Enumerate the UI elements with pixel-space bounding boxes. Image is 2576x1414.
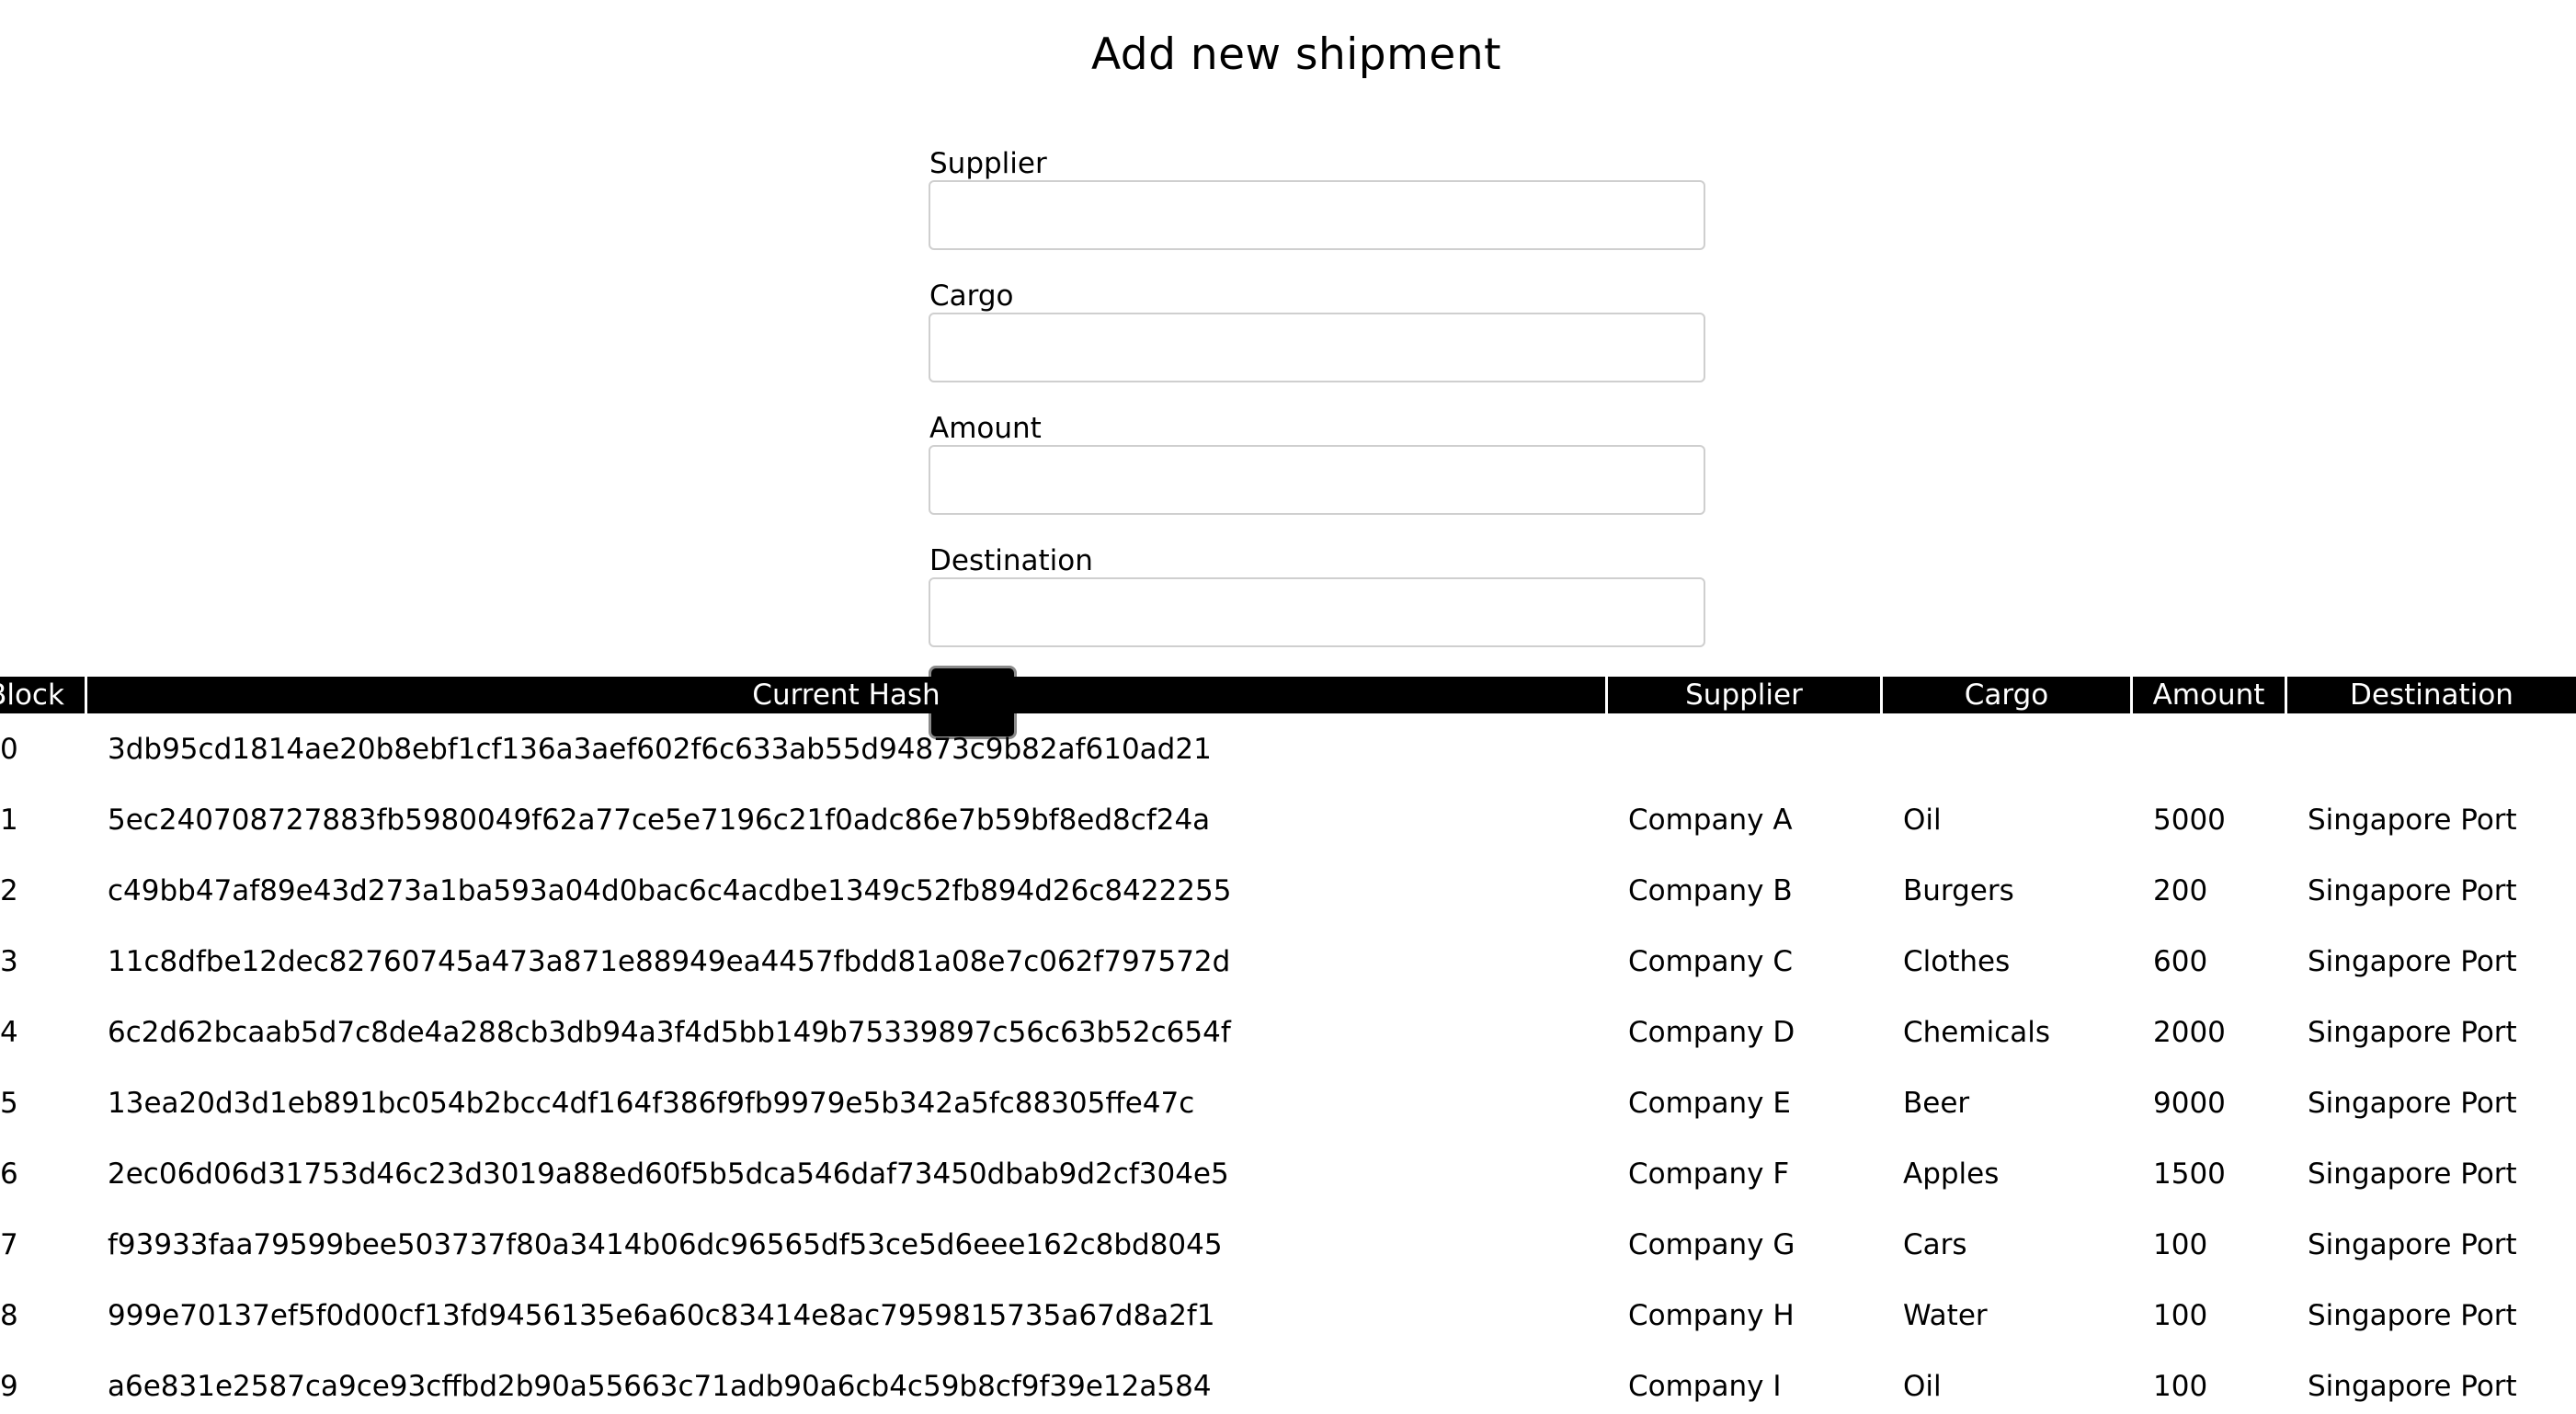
blockchain-table: Block Current Hash Supplier Cargo Amount… [0, 677, 2576, 1414]
amount-cell: 100 [2153, 1298, 2208, 1332]
destination-cell: Singapore Port [2308, 1298, 2517, 1332]
supplier-cell: Company F [1628, 1157, 1790, 1191]
table-row: 3 11c8dfbe12dec82760745a473a871e88949ea4… [0, 926, 2576, 997]
page: Add new shipment Supplier Cargo Amount D… [0, 0, 2576, 1414]
table-row: 5 13ea20d3d1eb891bc054b2bcc4df164f386f9f… [0, 1067, 2576, 1138]
amount-cell: 2000 [2153, 1015, 2226, 1049]
supplier-cell: Company I [1628, 1369, 1782, 1403]
supplier-input[interactable] [929, 180, 1705, 250]
cargo-cell: Beer [1903, 1086, 1970, 1120]
cargo-cell [1883, 713, 2133, 784]
destination-field: Destination [929, 544, 1705, 647]
amount-input[interactable] [929, 445, 1705, 515]
table-body: 0 3db95cd1814ae20b8ebf1cf136a3aef602f6c6… [0, 713, 2576, 1414]
page-title: Add new shipment [1090, 29, 1502, 80]
amount-cell [2133, 713, 2287, 784]
table-row: 0 3db95cd1814ae20b8ebf1cf136a3aef602f6c6… [0, 713, 2576, 784]
amount-cell: 9000 [2153, 1086, 2226, 1120]
block-cell: 9 [0, 1369, 18, 1403]
table-header-row: Block Current Hash Supplier Cargo Amount… [0, 677, 2576, 713]
table-row: 2 c49bb47af89e43d273a1ba593a04d0bac6c4ac… [0, 855, 2576, 926]
block-cell: 7 [0, 1227, 18, 1261]
amount-cell: 100 [2153, 1369, 2208, 1403]
amount-cell: 1500 [2153, 1157, 2226, 1191]
supplier-cell: Company D [1628, 1015, 1795, 1049]
hash-cell: a6e831e2587ca9ce93cffbd2b90a55663c71adb9… [108, 1369, 1212, 1403]
supplier-label: Supplier [929, 147, 1047, 180]
supplier-cell: Company E [1628, 1086, 1791, 1120]
cargo-cell: Chemicals [1903, 1015, 2050, 1049]
cargo-cell: Water [1903, 1298, 1988, 1332]
block-cell: 4 [0, 1015, 18, 1049]
destination-cell: Singapore Port [2308, 803, 2517, 837]
cargo-input[interactable] [929, 313, 1705, 382]
supplier-cell: Company H [1628, 1298, 1795, 1332]
table-row: 4 6c2d62bcaab5d7c8de4a288cb3db94a3f4d5bb… [0, 997, 2576, 1067]
destination-input[interactable] [929, 577, 1705, 647]
column-header-destination: Destination [2287, 677, 2576, 713]
destination-label: Destination [929, 544, 1093, 577]
destination-cell: Singapore Port [2308, 873, 2517, 907]
supplier-field: Supplier [929, 147, 1705, 250]
supplier-cell: Company G [1628, 1227, 1795, 1261]
block-cell: 5 [0, 1086, 18, 1120]
destination-cell: Singapore Port [2308, 1157, 2517, 1191]
cargo-cell: Burgers [1903, 873, 2014, 907]
amount-cell: 100 [2153, 1227, 2208, 1261]
table-row: 1 5ec240708727883fb5980049f62a77ce5e7196… [0, 784, 2576, 855]
block-cell: 1 [0, 803, 18, 837]
amount-field: Amount [929, 412, 1705, 515]
block-cell: 3 [0, 944, 18, 978]
column-header-current-hash: Current Hash [87, 677, 1608, 713]
column-header-block: Block [0, 677, 87, 713]
amount-cell: 5000 [2153, 803, 2226, 837]
destination-cell [2287, 713, 2576, 784]
hash-cell: 6c2d62bcaab5d7c8de4a288cb3db94a3f4d5bb14… [108, 1015, 1231, 1049]
supplier-cell: Company C [1628, 944, 1793, 978]
hash-cell: 13ea20d3d1eb891bc054b2bcc4df164f386f9fb9… [108, 1086, 1195, 1120]
destination-cell: Singapore Port [2308, 1227, 2517, 1261]
cargo-cell: Apples [1903, 1157, 2000, 1191]
cargo-field: Cargo [929, 279, 1705, 382]
table-row: 8 999e70137ef5f0d00cf13fd9456135e6a60c83… [0, 1280, 2576, 1351]
table-row: 9 a6e831e2587ca9ce93cffbd2b90a55663c71ad… [0, 1351, 2576, 1414]
table-row: 6 2ec06d06d31753d46c23d3019a88ed60f5b5dc… [0, 1138, 2576, 1209]
hash-cell: 999e70137ef5f0d00cf13fd9456135e6a60c8341… [108, 1298, 1215, 1332]
supplier-cell: Company A [1628, 803, 1793, 837]
add-shipment-form: Supplier Cargo Amount Destination Add [929, 147, 1705, 739]
amount-label: Amount [929, 412, 1042, 445]
hash-cell: 11c8dfbe12dec82760745a473a871e88949ea445… [108, 944, 1231, 978]
block-cell: 8 [0, 1298, 18, 1332]
amount-cell: 600 [2153, 944, 2208, 978]
hash-cell: 5ec240708727883fb5980049f62a77ce5e7196c2… [108, 803, 1211, 837]
destination-cell: Singapore Port [2308, 1369, 2517, 1403]
supplier-cell [1608, 713, 1883, 784]
supplier-cell: Company B [1628, 873, 1793, 907]
table-row: 7 f93933faa79599bee503737f80a3414b06dc96… [0, 1209, 2576, 1280]
column-header-supplier: Supplier [1608, 677, 1883, 713]
destination-cell: Singapore Port [2308, 944, 2517, 978]
destination-cell: Singapore Port [2308, 1086, 2517, 1120]
column-header-cargo: Cargo [1883, 677, 2133, 713]
cargo-cell: Oil [1903, 1369, 1942, 1403]
hash-cell: f93933faa79599bee503737f80a3414b06dc9656… [108, 1227, 1223, 1261]
cargo-cell: Oil [1903, 803, 1942, 837]
destination-cell: Singapore Port [2308, 1015, 2517, 1049]
block-cell: 0 [0, 732, 18, 766]
hash-cell: 3db95cd1814ae20b8ebf1cf136a3aef602f6c633… [108, 732, 1212, 766]
amount-cell: 200 [2153, 873, 2208, 907]
hash-cell: 2ec06d06d31753d46c23d3019a88ed60f5b5dca5… [108, 1157, 1229, 1191]
cargo-cell: Clothes [1903, 944, 2011, 978]
cargo-label: Cargo [929, 279, 1014, 313]
column-header-amount: Amount [2133, 677, 2287, 713]
hash-cell: c49bb47af89e43d273a1ba593a04d0bac6c4acdb… [108, 873, 1232, 907]
block-cell: 2 [0, 873, 18, 907]
cargo-cell: Cars [1903, 1227, 1967, 1261]
block-cell: 6 [0, 1157, 18, 1191]
